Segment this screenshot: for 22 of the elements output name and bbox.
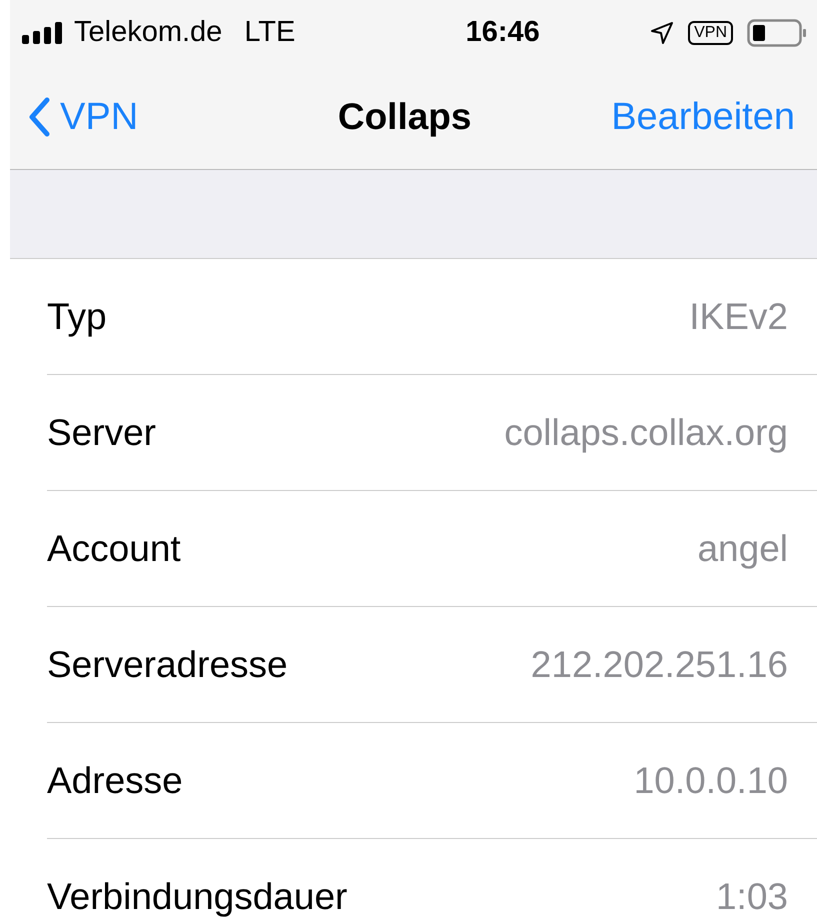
clock-time: 16:46 — [464, 16, 540, 49]
row-value: 10.0.0.10 — [634, 760, 788, 802]
vpn-badge: VPN — [688, 20, 733, 44]
row-label: Adresse — [47, 760, 183, 802]
row-label: Typ — [47, 296, 107, 338]
row-value: collaps.collax.org — [504, 412, 788, 454]
back-button[interactable]: VPN — [28, 96, 138, 138]
edit-button[interactable]: Bearbeiten — [611, 96, 795, 138]
row-value: 212.202.251.16 — [530, 644, 788, 686]
network-type: LTE — [244, 16, 296, 49]
row-value: 1:03 — [716, 876, 788, 917]
carrier-name: Telekom.de — [74, 16, 222, 49]
battery-icon — [747, 18, 807, 46]
chevron-left-icon — [28, 97, 50, 137]
row-label: Serveradresse — [47, 644, 288, 686]
row-label: Server — [47, 412, 156, 454]
location-arrow-icon — [650, 20, 674, 44]
row-value: IKEv2 — [689, 296, 788, 338]
row-label: Verbindungsdauer — [47, 876, 348, 917]
nav-title: Collaps — [338, 96, 472, 138]
row-label: Account — [47, 528, 181, 570]
row-value: angel — [697, 528, 788, 570]
